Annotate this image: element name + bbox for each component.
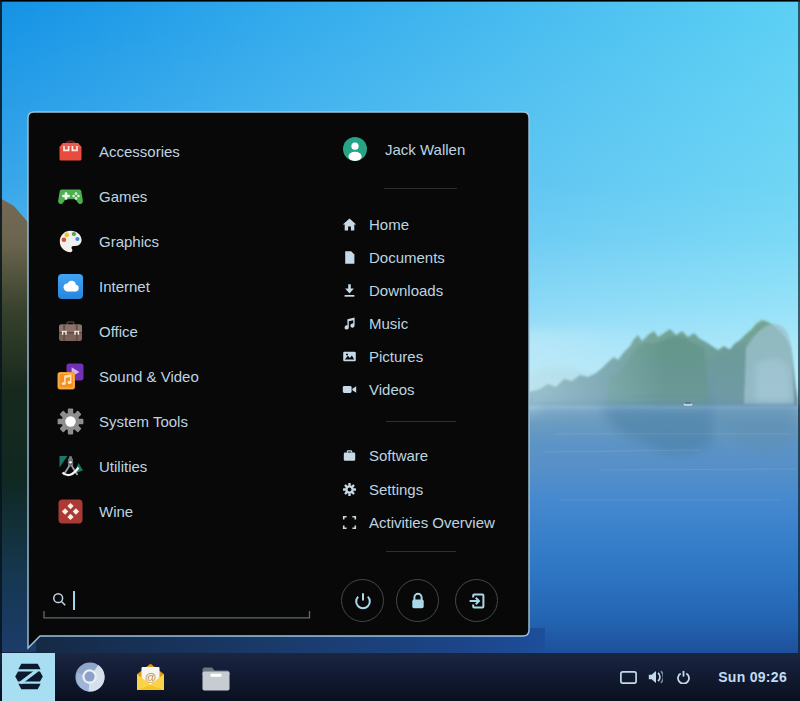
svg-text:@: @	[145, 671, 157, 683]
